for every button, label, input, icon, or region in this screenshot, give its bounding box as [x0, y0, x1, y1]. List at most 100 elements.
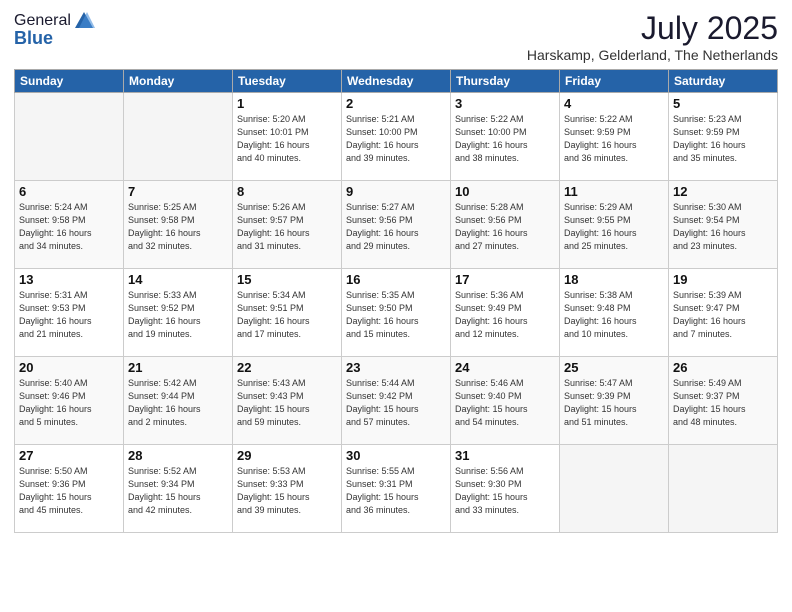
- calendar-cell: 17Sunrise: 5:36 AM Sunset: 9:49 PM Dayli…: [451, 269, 560, 357]
- day-number: 17: [455, 272, 555, 287]
- calendar-cell: 23 Sunrise: 5:44 AM Sunset: 9:42 PM Dayli…: [342, 357, 451, 445]
- calendar-cell: 3 Sunrise: 5:22 AM Sunset: 10:00 PM Dayli…: [451, 93, 560, 181]
- day-number: 20: [19, 360, 119, 375]
- day-info: Sunrise: 5:35 AM Sunset: 9:50 PM Dayligh…: [346, 289, 446, 341]
- calendar-cell: [560, 445, 669, 533]
- day-info: Sunrise: 5:27 AM Sunset: 9:56 PM Dayligh…: [346, 201, 446, 253]
- day-number: 6: [19, 184, 119, 199]
- day-info: Sunrise: 5:52 AM Sunset: 9:34 PM Dayligh…: [128, 465, 228, 517]
- day-number: 18: [564, 272, 664, 287]
- day-number: 2: [346, 96, 446, 111]
- calendar-cell: 2Sunrise: 5:21 AM Sunset: 10:00 PM Dayli…: [342, 93, 451, 181]
- location: Harskamp, Gelderland, The Netherlands: [527, 47, 778, 63]
- calendar-cell: 13Sunrise: 5:31 AM Sunset: 9:53 PM Dayli…: [15, 269, 124, 357]
- day-number: 7: [128, 184, 228, 199]
- calendar-cell: 16 Sunrise: 5:35 AM Sunset: 9:50 PM Dayli…: [342, 269, 451, 357]
- week-row-1: 1Sunrise: 5:20 AM Sunset: 10:01 PM Dayli…: [15, 93, 778, 181]
- calendar-cell: 15 Sunrise: 5:34 AM Sunset: 9:51 PM Dayli…: [233, 269, 342, 357]
- day-info: Sunrise: 5:25 AM Sunset: 9:58 PM Dayligh…: [128, 201, 228, 253]
- day-info: Sunrise: 5:29 AM Sunset: 9:55 PM Dayligh…: [564, 201, 664, 253]
- day-info: Sunrise: 5:46 AM Sunset: 9:40 PM Dayligh…: [455, 377, 555, 429]
- day-number: 11: [564, 184, 664, 199]
- day-number: 15: [237, 272, 337, 287]
- calendar-cell: 11 Sunrise: 5:29 AM Sunset: 9:55 PM Dayli…: [560, 181, 669, 269]
- day-info: Sunrise: 5:50 AM Sunset: 9:36 PM Dayligh…: [19, 465, 119, 517]
- title-block: July 2025 Harskamp, Gelderland, The Neth…: [527, 10, 778, 63]
- day-info: Sunrise: 5:30 AM Sunset: 9:54 PM Dayligh…: [673, 201, 773, 253]
- calendar-cell: 8 Sunrise: 5:26 AM Sunset: 9:57 PM Daylig…: [233, 181, 342, 269]
- calendar-cell: 14 Sunrise: 5:33 AM Sunset: 9:52 PM Dayli…: [124, 269, 233, 357]
- day-info: Sunrise: 5:44 AM Sunset: 9:42 PM Dayligh…: [346, 377, 446, 429]
- logo-blue-text: Blue: [14, 28, 53, 49]
- calendar-cell: 21Sunrise: 5:42 AM Sunset: 9:44 PM Dayli…: [124, 357, 233, 445]
- calendar-cell: 19Sunrise: 5:39 AM Sunset: 9:47 PM Dayli…: [669, 269, 778, 357]
- day-number: 30: [346, 448, 446, 463]
- calendar-cell: 28 Sunrise: 5:52 AM Sunset: 9:34 PM Dayli…: [124, 445, 233, 533]
- day-info: Sunrise: 5:26 AM Sunset: 9:57 PM Dayligh…: [237, 201, 337, 253]
- day-number: 22: [237, 360, 337, 375]
- day-info: Sunrise: 5:49 AM Sunset: 9:37 PM Dayligh…: [673, 377, 773, 429]
- week-row-3: 13Sunrise: 5:31 AM Sunset: 9:53 PM Dayli…: [15, 269, 778, 357]
- weekday-header-wednesday: Wednesday: [342, 70, 451, 93]
- day-info: Sunrise: 5:34 AM Sunset: 9:51 PM Dayligh…: [237, 289, 337, 341]
- day-number: 16: [346, 272, 446, 287]
- calendar-page: General Blue July 2025 Harskamp, Gelderl…: [0, 0, 792, 612]
- day-number: 24: [455, 360, 555, 375]
- weekday-header-monday: Monday: [124, 70, 233, 93]
- calendar-cell: 25 Sunrise: 5:47 AM Sunset: 9:39 PM Dayli…: [560, 357, 669, 445]
- day-number: 4: [564, 96, 664, 111]
- day-info: Sunrise: 5:38 AM Sunset: 9:48 PM Dayligh…: [564, 289, 664, 341]
- week-row-2: 6 Sunrise: 5:24 AM Sunset: 9:58 PM Daylig…: [15, 181, 778, 269]
- day-number: 19: [673, 272, 773, 287]
- day-info: Sunrise: 5:22 AM Sunset: 10:00 PM Daylig…: [455, 113, 555, 165]
- calendar-cell: 9 Sunrise: 5:27 AM Sunset: 9:56 PM Daylig…: [342, 181, 451, 269]
- day-info: Sunrise: 5:53 AM Sunset: 9:33 PM Dayligh…: [237, 465, 337, 517]
- day-number: 5: [673, 96, 773, 111]
- day-number: 25: [564, 360, 664, 375]
- day-number: 27: [19, 448, 119, 463]
- weekday-header-tuesday: Tuesday: [233, 70, 342, 93]
- calendar-cell: [124, 93, 233, 181]
- weekday-header-saturday: Saturday: [669, 70, 778, 93]
- day-number: 13: [19, 272, 119, 287]
- weekday-header-sunday: Sunday: [15, 70, 124, 93]
- calendar-cell: 4 Sunrise: 5:22 AM Sunset: 9:59 PM Daylig…: [560, 93, 669, 181]
- header: General Blue July 2025 Harskamp, Gelderl…: [14, 10, 778, 63]
- day-number: 1: [237, 96, 337, 111]
- day-info: Sunrise: 5:28 AM Sunset: 9:56 PM Dayligh…: [455, 201, 555, 253]
- calendar-cell: 12Sunrise: 5:30 AM Sunset: 9:54 PM Dayli…: [669, 181, 778, 269]
- calendar-cell: [669, 445, 778, 533]
- week-row-5: 27 Sunrise: 5:50 AM Sunset: 9:36 PM Dayli…: [15, 445, 778, 533]
- day-number: 3: [455, 96, 555, 111]
- calendar-cell: 27 Sunrise: 5:50 AM Sunset: 9:36 PM Dayli…: [15, 445, 124, 533]
- month-year: July 2025: [527, 10, 778, 47]
- weekday-header-row: SundayMondayTuesdayWednesdayThursdayFrid…: [15, 70, 778, 93]
- calendar-cell: [15, 93, 124, 181]
- calendar-cell: 31 Sunrise: 5:56 AM Sunset: 9:30 PM Dayli…: [451, 445, 560, 533]
- day-info: Sunrise: 5:33 AM Sunset: 9:52 PM Dayligh…: [128, 289, 228, 341]
- calendar-cell: 22Sunrise: 5:43 AM Sunset: 9:43 PM Dayli…: [233, 357, 342, 445]
- day-number: 8: [237, 184, 337, 199]
- calendar-cell: 26Sunrise: 5:49 AM Sunset: 9:37 PM Dayli…: [669, 357, 778, 445]
- day-info: Sunrise: 5:56 AM Sunset: 9:30 PM Dayligh…: [455, 465, 555, 517]
- calendar-cell: 10Sunrise: 5:28 AM Sunset: 9:56 PM Dayli…: [451, 181, 560, 269]
- day-number: 9: [346, 184, 446, 199]
- calendar-cell: 29 Sunrise: 5:53 AM Sunset: 9:33 PM Dayli…: [233, 445, 342, 533]
- day-info: Sunrise: 5:42 AM Sunset: 9:44 PM Dayligh…: [128, 377, 228, 429]
- day-info: Sunrise: 5:55 AM Sunset: 9:31 PM Dayligh…: [346, 465, 446, 517]
- day-number: 23: [346, 360, 446, 375]
- day-number: 14: [128, 272, 228, 287]
- day-info: Sunrise: 5:24 AM Sunset: 9:58 PM Dayligh…: [19, 201, 119, 253]
- day-number: 31: [455, 448, 555, 463]
- calendar-table: SundayMondayTuesdayWednesdayThursdayFrid…: [14, 69, 778, 533]
- day-info: Sunrise: 5:40 AM Sunset: 9:46 PM Dayligh…: [19, 377, 119, 429]
- calendar-cell: 6 Sunrise: 5:24 AM Sunset: 9:58 PM Daylig…: [15, 181, 124, 269]
- day-info: Sunrise: 5:22 AM Sunset: 9:59 PM Dayligh…: [564, 113, 664, 165]
- calendar-cell: 24 Sunrise: 5:46 AM Sunset: 9:40 PM Dayli…: [451, 357, 560, 445]
- day-info: Sunrise: 5:47 AM Sunset: 9:39 PM Dayligh…: [564, 377, 664, 429]
- day-number: 28: [128, 448, 228, 463]
- day-number: 29: [237, 448, 337, 463]
- calendar-cell: 30 Sunrise: 5:55 AM Sunset: 9:31 PM Dayli…: [342, 445, 451, 533]
- weekday-header-friday: Friday: [560, 70, 669, 93]
- calendar-cell: 18 Sunrise: 5:38 AM Sunset: 9:48 PM Dayli…: [560, 269, 669, 357]
